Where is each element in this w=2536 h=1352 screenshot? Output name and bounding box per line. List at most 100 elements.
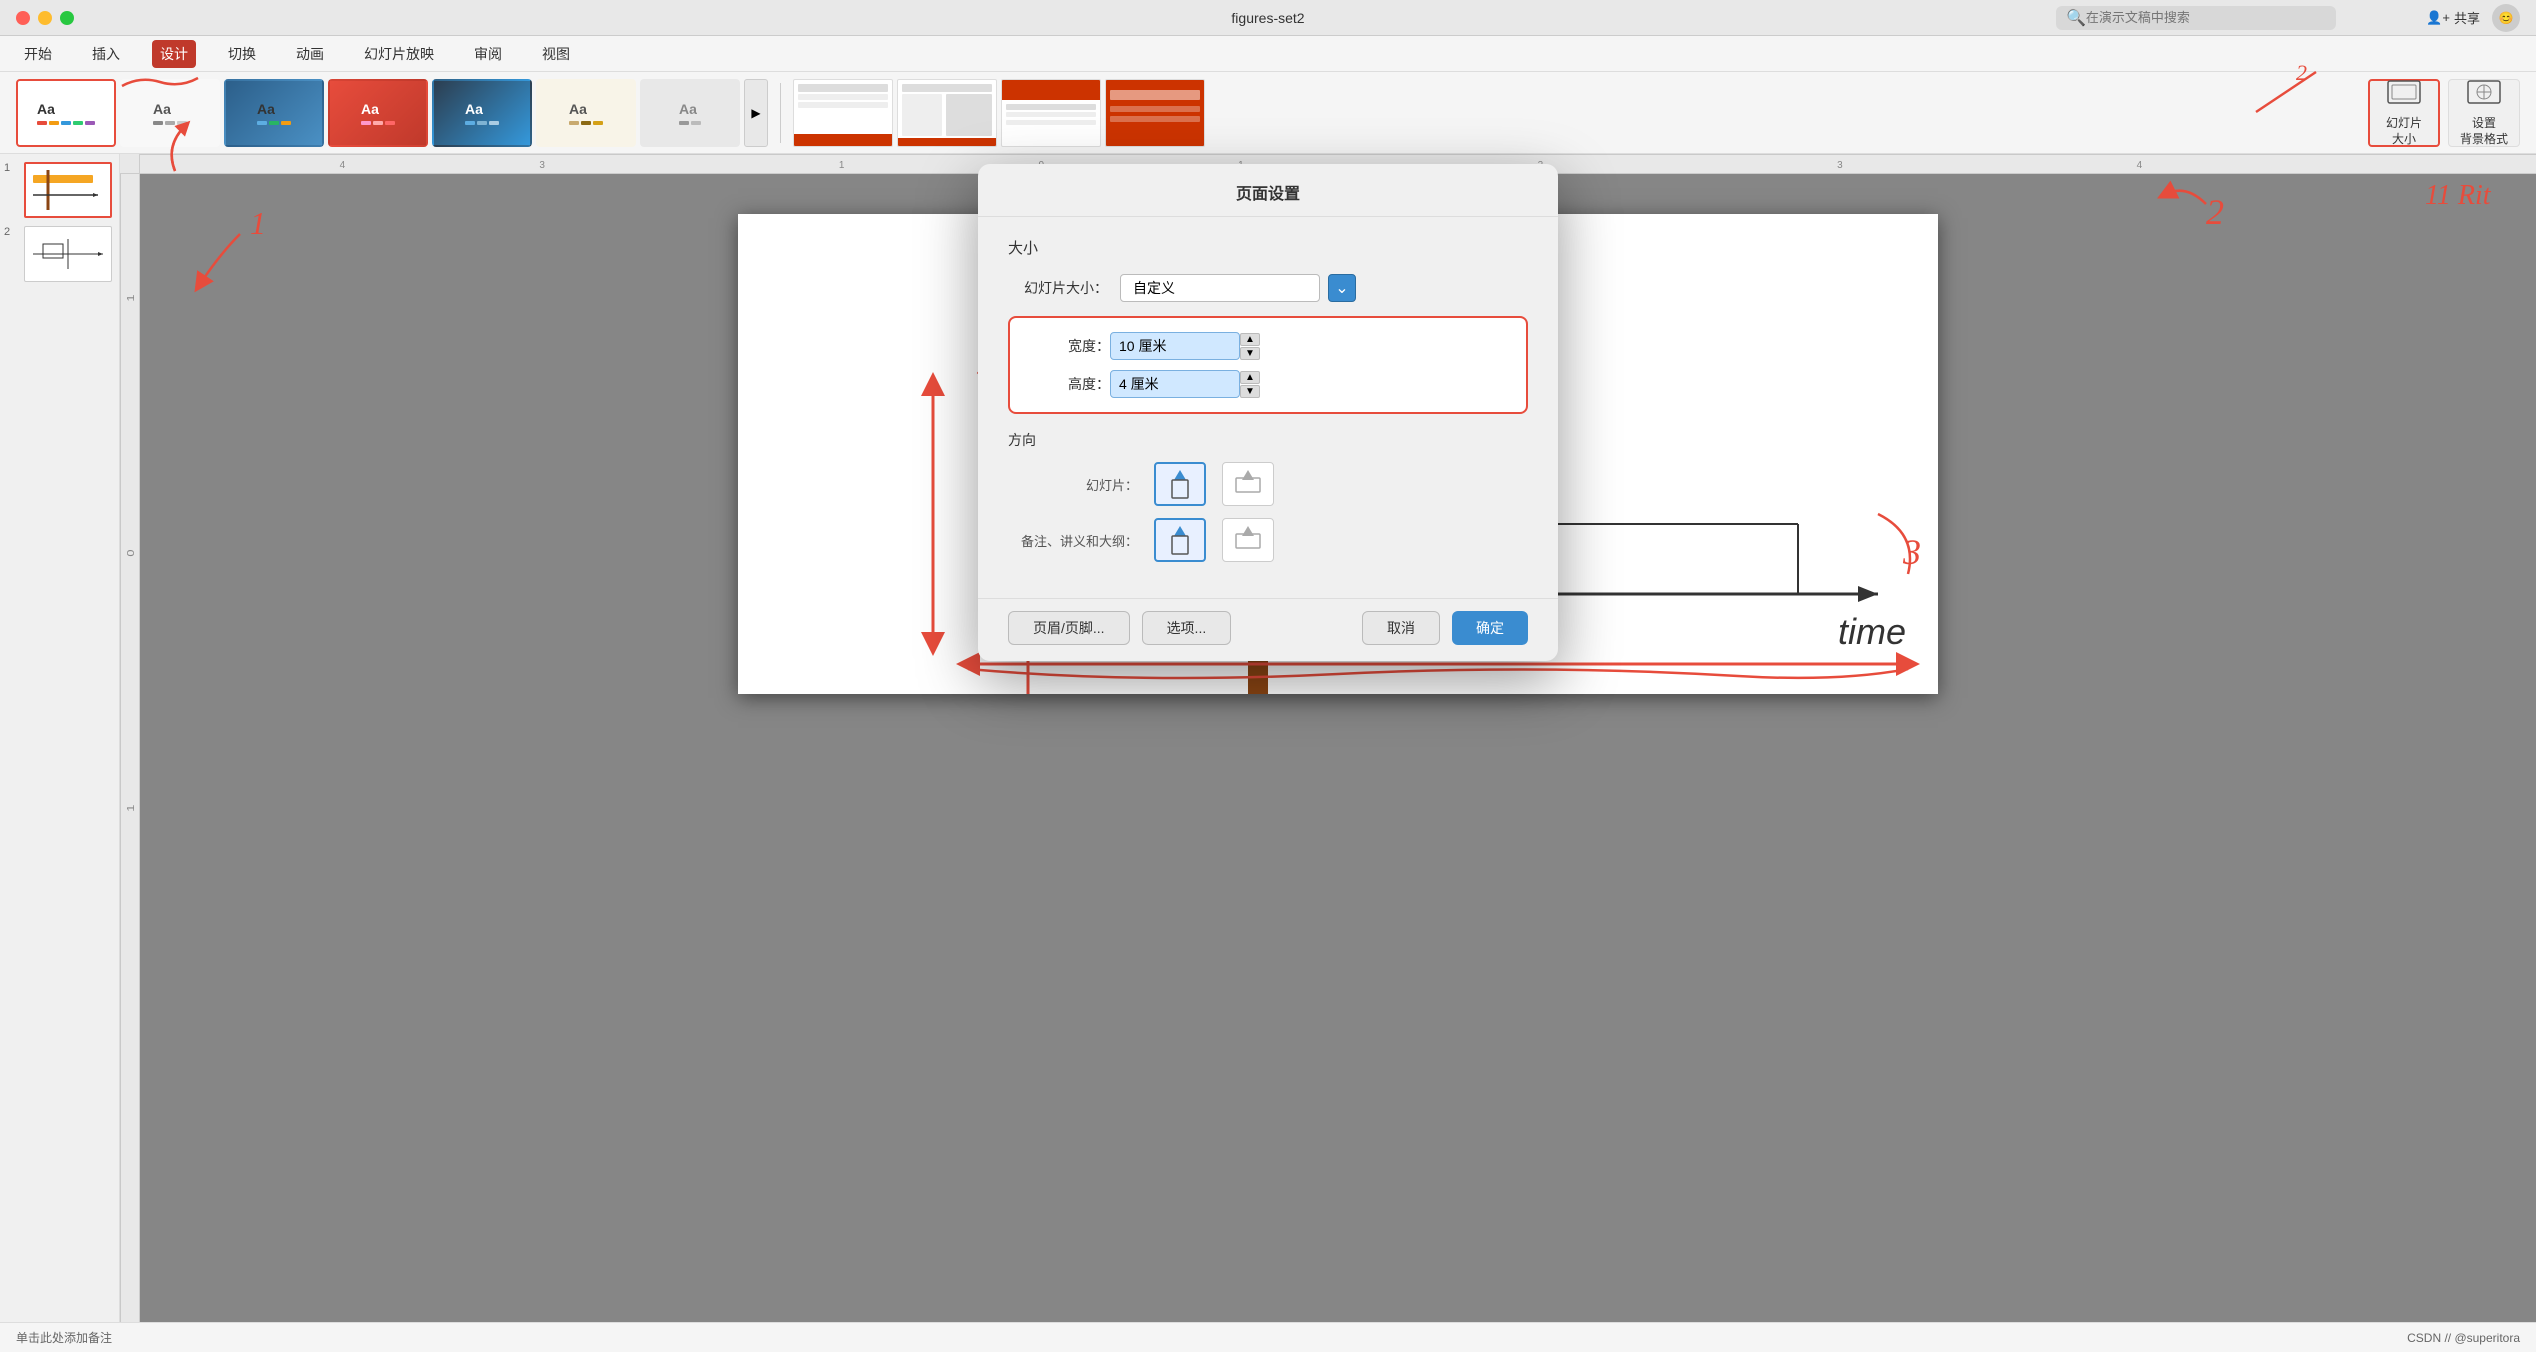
slide-layout-4[interactable] xyxy=(1105,79,1205,147)
red-annotation-left: 1 xyxy=(160,204,360,804)
theme-1[interactable]: Aa xyxy=(16,79,116,147)
search-input[interactable] xyxy=(2086,10,2326,25)
statusbar: 单击此处添加备注 CSDN // @superitora xyxy=(0,1322,2536,1352)
svg-text:time: time xyxy=(1838,611,1906,652)
profile-avatar[interactable]: 😊 xyxy=(2492,4,2520,32)
search-icon: 🔍 xyxy=(2066,8,2086,28)
svg-text:3: 3 xyxy=(1837,160,1843,171)
menu-insert[interactable]: 插入 xyxy=(84,40,128,68)
height-down[interactable]: ▼ xyxy=(1240,385,1260,398)
slide-direction-row: 幻灯片： xyxy=(1008,462,1528,506)
window-controls[interactable] xyxy=(16,11,74,25)
close-button[interactable] xyxy=(16,11,30,25)
slide-number-2: 2 xyxy=(4,226,20,238)
slide-layout-1[interactable] xyxy=(793,79,893,147)
size-field-label: 幻灯片大小： xyxy=(1008,278,1108,298)
red-annotation-2: 2 xyxy=(2086,174,2286,294)
width-down[interactable]: ▼ xyxy=(1240,347,1260,360)
dialog-body: 大小 幻灯片大小： 自定义 ⌄ 宽度： xyxy=(978,217,1558,598)
theme-6[interactable]: Aa xyxy=(536,79,636,147)
statusbar-right: CSDN // @superitora xyxy=(2407,1331,2520,1345)
height-up[interactable]: ▲ xyxy=(1240,371,1260,384)
profile-icon: 😊 xyxy=(2499,11,2514,25)
share-label: 共享 xyxy=(2454,8,2480,27)
toolbar: Aa Aa Aa xyxy=(0,72,2536,154)
height-label: 高度： xyxy=(1030,374,1110,394)
size-section-label: 大小 xyxy=(1008,237,1528,258)
direction-section: 方向 幻灯片： xyxy=(1008,430,1528,562)
maximize-button[interactable] xyxy=(60,11,74,25)
svg-text:1: 1 xyxy=(250,205,266,241)
theme-5[interactable]: Aa xyxy=(432,79,532,147)
footer-left: 页眉/页脚... 选项... xyxy=(1008,611,1231,645)
theme-4[interactable]: Aa xyxy=(328,79,428,147)
size-dropdown[interactable]: 自定义 ⌄ xyxy=(1120,274,1356,302)
size-value: 自定义 xyxy=(1133,278,1175,298)
size-field-row: 幻灯片大小： 自定义 ⌄ xyxy=(1008,274,1528,302)
slide-preview-1[interactable] xyxy=(24,162,112,218)
slide-number-1: 1 xyxy=(4,162,20,174)
slide-landscape-btn[interactable] xyxy=(1222,462,1274,506)
menu-start[interactable]: 开始 xyxy=(16,40,60,68)
svg-text:1: 1 xyxy=(126,805,136,812)
menubar: 开始 插入 设计 切换 动画 幻灯片放映 审阅 视图 xyxy=(0,36,2536,72)
theme-3[interactable]: Aa xyxy=(224,79,324,147)
dimensions-box: 宽度： ▲ ▼ 高度： ▲ ▼ xyxy=(1008,316,1528,414)
notes-landscape-btn[interactable] xyxy=(1222,518,1274,562)
svg-text:1: 1 xyxy=(126,294,136,301)
more-themes-button[interactable]: ▶ xyxy=(744,79,768,147)
height-spinner[interactable]: ▲ ▼ xyxy=(1240,371,1260,398)
height-input[interactable] xyxy=(1110,370,1240,398)
share-button[interactable]: 👤+ 共享 xyxy=(2426,8,2480,27)
dialog-footer: 页眉/页脚... 选项... 取消 确定 xyxy=(978,598,1558,661)
menu-review[interactable]: 审阅 xyxy=(466,40,510,68)
ruler-corner xyxy=(120,154,140,174)
direction-label: 方向 xyxy=(1008,430,1528,450)
slide-layout-2[interactable] xyxy=(897,79,997,147)
slide-direction-label: 幻灯片： xyxy=(1008,475,1138,494)
cancel-button[interactable]: 取消 xyxy=(1362,611,1440,645)
notes-direction-label: 备注、讲义和大纲： xyxy=(1008,531,1138,550)
dialog-title: 页面设置 xyxy=(978,164,1558,217)
minimize-button[interactable] xyxy=(38,11,52,25)
size-select-display[interactable]: 自定义 xyxy=(1120,274,1320,302)
width-label: 宽度： xyxy=(1030,336,1110,356)
menu-transition[interactable]: 切换 xyxy=(220,40,264,68)
options-button[interactable]: 选项... xyxy=(1142,611,1232,645)
height-row: 高度： ▲ ▼ xyxy=(1030,370,1506,398)
slide-layout-3[interactable] xyxy=(1001,79,1101,147)
svg-text:1: 1 xyxy=(839,160,845,171)
page-setup-dialog[interactable]: 页面设置 大小 幻灯片大小： 自定义 ⌄ 宽度： xyxy=(978,164,1558,661)
window-title: figures-set2 xyxy=(1231,10,1304,26)
slide-panel: 1 2 xyxy=(0,154,120,1322)
slide-portrait-btn[interactable] xyxy=(1154,462,1206,506)
slide-size-button[interactable]: 幻灯片大小 xyxy=(2368,79,2440,147)
bg-format-button[interactable]: 设置背景格式 xyxy=(2448,79,2520,147)
menu-design[interactable]: 设计 xyxy=(152,40,196,68)
slide-thumb-2[interactable]: 2 xyxy=(4,226,115,282)
footer-right: 取消 确定 xyxy=(1362,611,1528,645)
notes-portrait-btn[interactable] xyxy=(1154,518,1206,562)
bg-format-icon xyxy=(2466,77,2502,112)
svg-text:3: 3 xyxy=(539,160,545,171)
menu-animation[interactable]: 动画 xyxy=(288,40,332,68)
svg-text:4: 4 xyxy=(2137,160,2143,171)
slide-thumb-1[interactable]: 1 xyxy=(4,162,115,218)
width-input[interactable] xyxy=(1110,332,1240,360)
statusbar-text: 单击此处添加备注 xyxy=(16,1329,112,1346)
width-spinner[interactable]: ▲ ▼ xyxy=(1240,333,1260,360)
toolbar-right: 幻灯片大小 设置背景格式 xyxy=(2368,79,2520,147)
width-up[interactable]: ▲ xyxy=(1240,333,1260,346)
theme-2[interactable]: Aa xyxy=(120,79,220,147)
slide-size-icon xyxy=(2386,77,2422,112)
svg-text:0: 0 xyxy=(126,550,136,557)
size-dropdown-arrow[interactable]: ⌄ xyxy=(1328,274,1356,302)
svg-text:4: 4 xyxy=(340,160,346,171)
theme-7[interactable]: Aa xyxy=(640,79,740,147)
menu-slideshow[interactable]: 幻灯片放映 xyxy=(356,40,442,68)
ok-button[interactable]: 确定 xyxy=(1452,611,1528,645)
header-footer-button[interactable]: 页眉/页脚... xyxy=(1008,611,1130,645)
search-box[interactable]: 🔍 xyxy=(2056,6,2336,30)
slide-preview-2[interactable] xyxy=(24,226,112,282)
menu-view[interactable]: 视图 xyxy=(534,40,578,68)
